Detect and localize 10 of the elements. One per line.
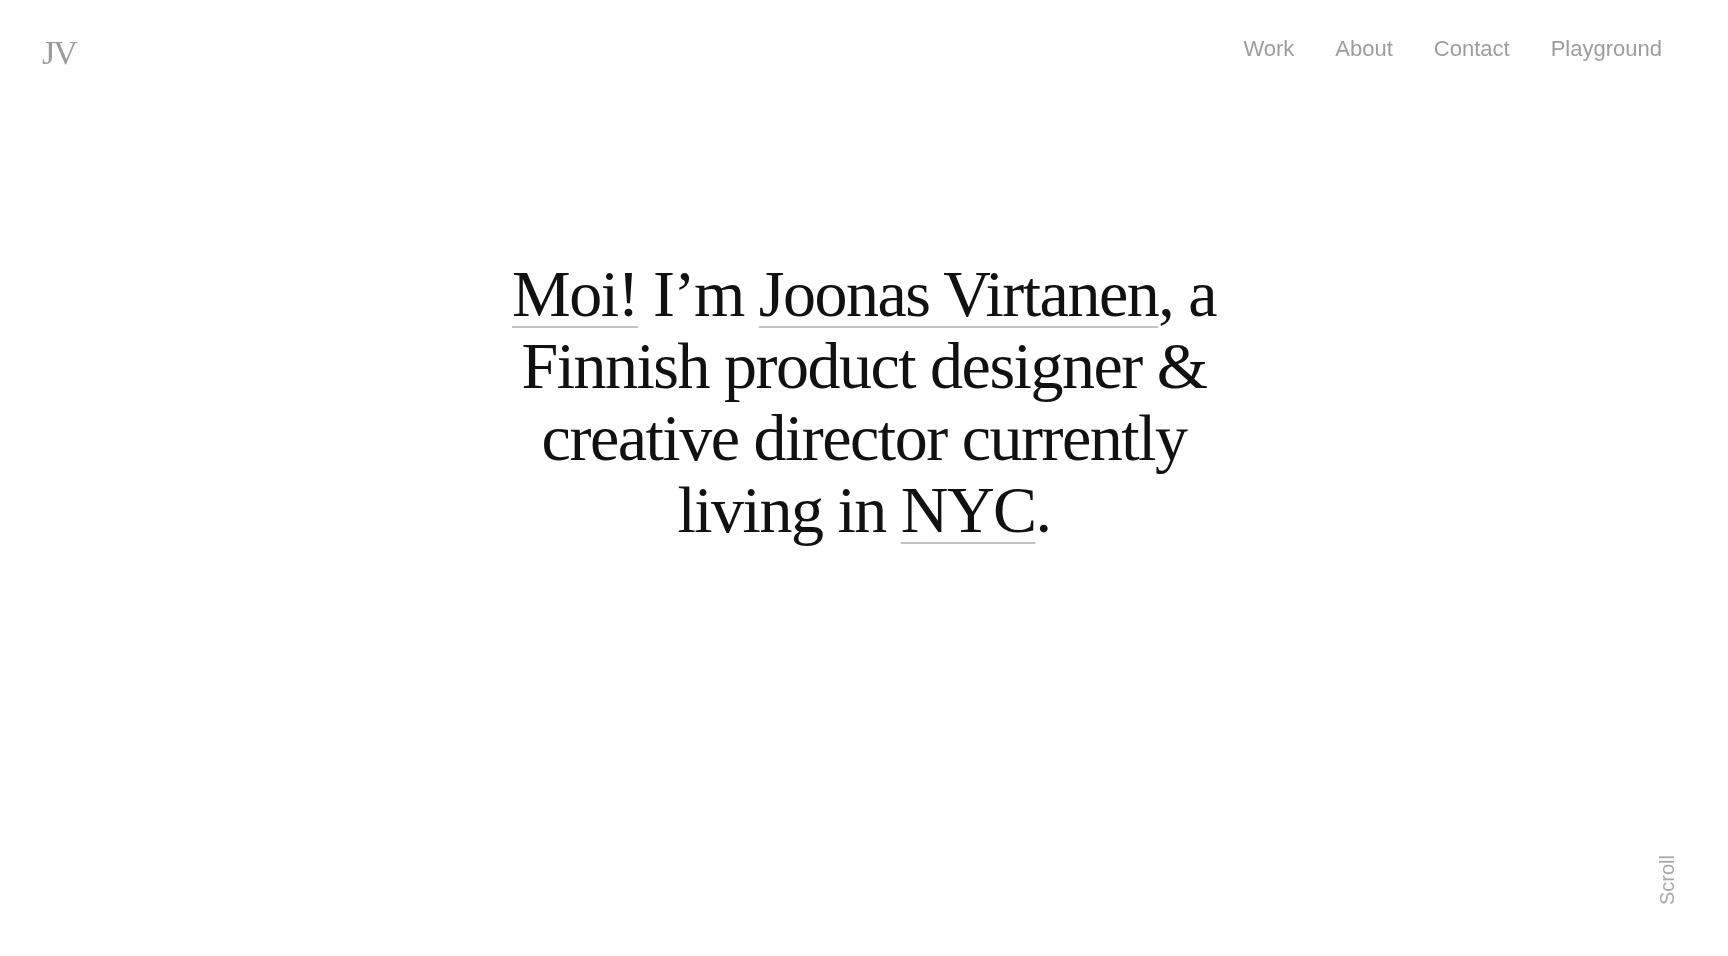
intro-text: Moi! I’m Joonas Virtanen, a Finnish product designer & creative director currently living in NYC. bbox=[512, 258, 1216, 546]
text-link[interactable]: Moi! bbox=[512, 257, 638, 330]
nav-link[interactable]: Playground bbox=[1550, 36, 1662, 61]
nav-link[interactable]: Contact bbox=[1433, 36, 1510, 61]
scroll-hint: Scroll bbox=[1657, 855, 1677, 905]
nav-link[interactable]: About bbox=[1335, 36, 1393, 61]
nav-link[interactable]: Work bbox=[1243, 36, 1295, 61]
logo-link[interactable]: JV bbox=[42, 33, 76, 72]
text-link[interactable]: NYC bbox=[900, 473, 1036, 546]
text-link[interactable]: Joonas Virtanen bbox=[758, 257, 1159, 330]
